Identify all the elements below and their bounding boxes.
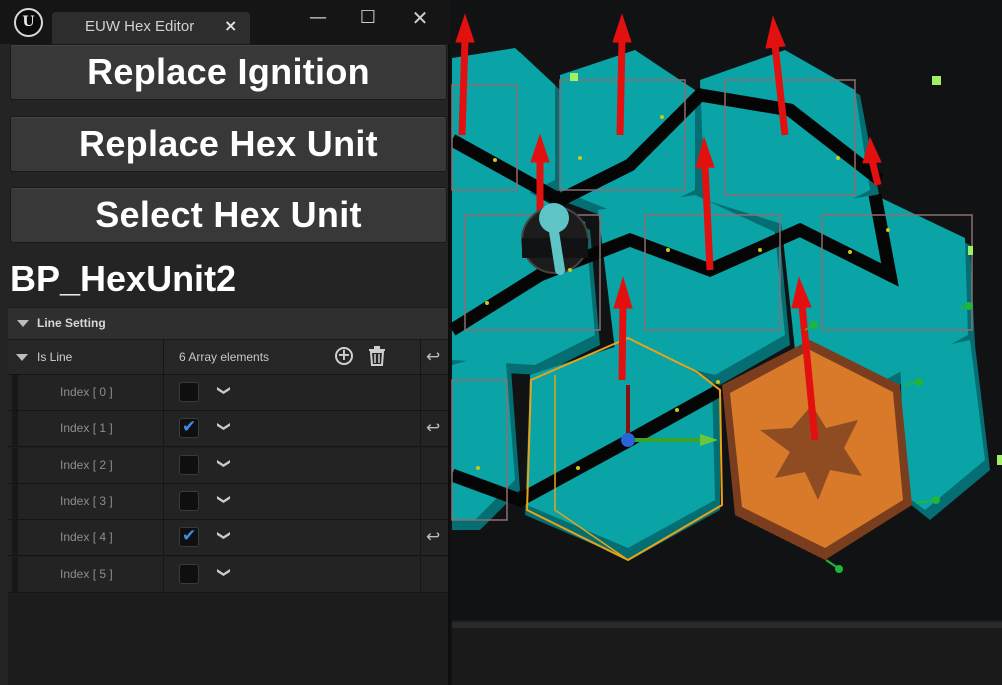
indent-bar (12, 375, 18, 410)
chevron-down-icon[interactable]: ❯ (216, 494, 231, 505)
is-line-checkbox[interactable]: ✔ (179, 526, 199, 548)
reset-to-default-icon[interactable]: ↩ (426, 527, 440, 547)
column-divider[interactable] (163, 375, 164, 410)
column-divider[interactable] (163, 556, 164, 592)
checkmark-icon: ✔ (182, 526, 197, 547)
viewport-status-strip (452, 620, 1002, 685)
chevron-down-icon[interactable]: ❯ (216, 458, 231, 469)
trash-icon[interactable] (368, 346, 386, 366)
column-divider (420, 447, 421, 483)
reset-to-default-icon[interactable]: ↩ (426, 347, 440, 367)
column-divider[interactable] (163, 483, 164, 519)
array-element-row-2[interactable]: Index [ 2 ] ❯ (8, 447, 448, 484)
indent-bar (12, 556, 18, 592)
section-header-line-setting[interactable]: Line Setting (8, 307, 448, 340)
column-divider[interactable] (163, 447, 164, 483)
is-line-checkbox[interactable] (179, 563, 199, 584)
selected-unit-name: BP_HexUnit2 (10, 258, 237, 299)
index-label: Index [ 0 ] (60, 385, 113, 399)
is-line-checkbox[interactable] (179, 454, 199, 475)
index-label: Index [ 1 ] (60, 421, 113, 436)
chevron-down-icon[interactable]: ❯ (216, 567, 231, 578)
indent-bar (12, 447, 18, 483)
euw-hex-editor-window: U EUW Hex Editor × — ☐ ✕ Replace Ignitio… (0, 0, 450, 685)
minimize-button[interactable]: — (302, 6, 334, 30)
is-line-checkbox[interactable] (179, 382, 199, 402)
chevron-down-icon[interactable]: ❯ (216, 421, 231, 432)
property-row-is-line[interactable]: Is Line 6 Array elements + ↩ (8, 340, 448, 375)
property-label: Is Line (37, 350, 73, 364)
column-divider (420, 375, 421, 410)
expand-arrow-icon[interactable] (16, 354, 28, 361)
index-label: Index [ 4 ] (60, 530, 113, 545)
column-divider (420, 520, 421, 556)
array-element-row-4[interactable]: Index [ 4 ] ✔ ❯ ↩ (8, 520, 448, 557)
replace-ignition-button[interactable]: Replace Ignition (10, 44, 447, 100)
tab-close-icon[interactable]: × (224, 16, 237, 35)
spawn-marker-knob (539, 203, 569, 233)
details-property-list: Is Line 6 Array elements + ↩ Index [ 0 ]… (8, 340, 448, 593)
maximize-button[interactable]: ☐ (352, 6, 384, 30)
column-divider[interactable] (163, 340, 164, 375)
index-label: Index [ 3 ] (60, 493, 113, 508)
indent-bar (12, 411, 18, 447)
column-divider (420, 556, 421, 592)
is-line-checkbox[interactable]: ✔ (179, 417, 199, 439)
reset-to-default-icon[interactable]: ↩ (426, 418, 440, 438)
close-window-button[interactable]: ✕ (404, 6, 436, 30)
array-element-row-3[interactable]: Index [ 3 ] ❯ (8, 483, 448, 520)
indent-bar (12, 483, 18, 519)
column-divider[interactable] (163, 520, 164, 556)
array-element-row-5[interactable]: Index [ 5 ] ❯ (8, 556, 448, 593)
select-hex-unit-button[interactable]: Select Hex Unit (10, 187, 447, 243)
add-element-icon[interactable]: + (335, 347, 353, 365)
chevron-down-icon[interactable]: ❯ (216, 530, 231, 541)
indent-bar (12, 520, 18, 556)
collapse-arrow-icon[interactable] (17, 320, 29, 327)
index-label: Index [ 5 ] (60, 566, 113, 581)
column-divider[interactable] (163, 411, 164, 447)
is-line-checkbox[interactable] (179, 490, 199, 511)
chevron-down-icon[interactable]: ❯ (216, 385, 231, 396)
panel-empty-area (8, 593, 448, 685)
checkmark-icon: ✔ (182, 417, 197, 438)
array-element-count: 6 Array elements (179, 350, 270, 364)
viewport-status-divider (452, 622, 1002, 628)
array-element-row-0[interactable]: Index [ 0 ] ❯ (8, 375, 448, 411)
column-divider (420, 340, 421, 375)
replace-hex-unit-button[interactable]: Replace Hex Unit (10, 116, 447, 172)
unreal-logo-icon: U (14, 8, 43, 37)
column-divider (420, 483, 421, 519)
title-bar[interactable]: U EUW Hex Editor × — ☐ ✕ (0, 0, 450, 44)
tab-label: EUW Hex Editor (85, 18, 195, 35)
gizmo-pivot[interactable] (621, 433, 635, 447)
section-title: Line Setting (37, 316, 106, 330)
column-divider (420, 411, 421, 447)
tab-euw-hex-editor[interactable]: EUW Hex Editor × (52, 12, 250, 44)
array-element-row-1[interactable]: Index [ 1 ] ✔ ❯ ↩ (8, 411, 448, 448)
index-label: Index [ 2 ] (60, 457, 113, 472)
